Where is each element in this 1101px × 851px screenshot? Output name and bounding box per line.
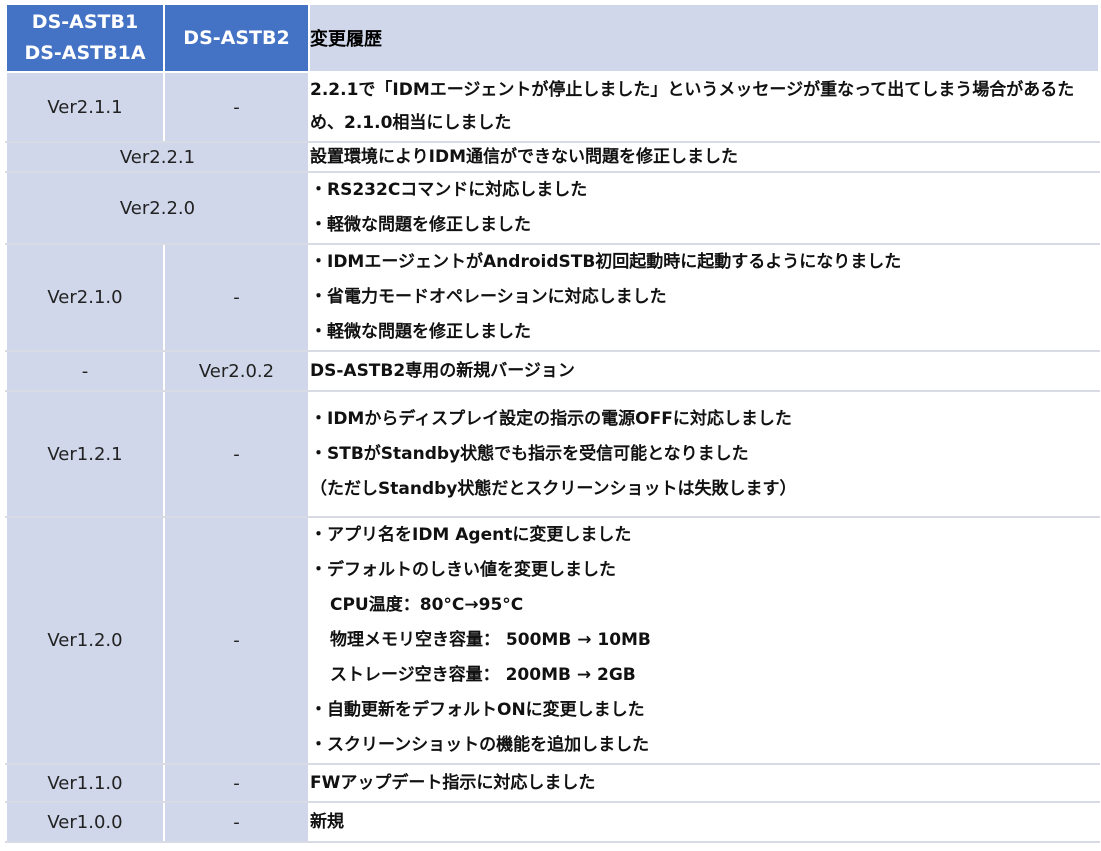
header-astb2: DS-ASTB2 <box>163 3 310 73</box>
astb2-version: - <box>163 390 310 518</box>
change-line: ストレージ空き容量： 200MB → 2GB <box>330 665 636 685</box>
change-line: ・RS232Cコマンドに対応しました <box>310 180 588 200</box>
change-line: DS-ASTB2専用の新規バージョン <box>310 360 575 381</box>
change-description: 設置環境によりIDM通信ができない問題を修正しました <box>308 141 1100 173</box>
change-line: ・軽微な問題を修正しました <box>310 322 531 342</box>
table-row: Ver1.0.0 - 新規 <box>5 801 1100 843</box>
change-line: ・STBがStandby状態でも指示を受信可能となりました <box>310 443 749 464</box>
table-row: Ver1.2.0 - ・アプリ名をIDM Agentに変更しました ・デフォルト… <box>5 516 1100 765</box>
change-line: ・軽微な問題を修正しました <box>310 215 531 235</box>
change-description: ・IDMエージェントがAndroidSTB初回起動時に起動するようになりました … <box>308 243 1100 352</box>
change-description: 新規 <box>308 801 1100 843</box>
change-line: 物理メモリ空き容量： 500MB → 10MB <box>330 630 651 650</box>
header-astb1-line2: DS-ASTB1A <box>24 42 146 64</box>
change-description: DS-ASTB2専用の新規バージョン <box>308 350 1100 392</box>
change-description: 2.2.1で「IDMエージェントが停止しました」というメッセージが重なって出てし… <box>308 71 1100 143</box>
change-line: ・デフォルトのしきい値を変更しました <box>310 560 616 580</box>
header-astb1-line1: DS-ASTB1 <box>31 11 139 33</box>
shared-version: Ver2.2.1 <box>5 141 310 173</box>
change-line: 新規 <box>310 811 344 832</box>
table-row: - Ver2.0.2 DS-ASTB2専用の新規バージョン <box>5 350 1100 392</box>
change-line: ・自動更新をデフォルトONに変更しました <box>310 700 645 720</box>
astb2-version: - <box>163 801 310 843</box>
change-description: FWアップデート指示に対応しました <box>308 763 1100 803</box>
astb1-version: Ver1.2.0 <box>5 516 165 765</box>
astb2-version: - <box>163 516 310 765</box>
change-log-table: DS-ASTB1 DS-ASTB1A DS-ASTB2 変更履歴 Ver2.1.… <box>5 3 1100 843</box>
change-line: ・IDMエージェントがAndroidSTB初回起動時に起動するようになりました <box>310 252 902 272</box>
table-row: Ver2.2.1 設置環境によりIDM通信ができない問題を修正しました <box>5 141 1100 173</box>
change-description: ・IDMからディスプレイ設定の指示の電源OFFに対応しました ・STBがStan… <box>308 390 1100 518</box>
table-row: Ver1.2.1 - ・IDMからディスプレイ設定の指示の電源OFFに対応しまし… <box>5 390 1100 518</box>
change-line: FWアップデート指示に対応しました <box>310 772 596 793</box>
astb1-version: Ver1.2.1 <box>5 390 165 518</box>
change-line: ・アプリ名をIDM Agentに変更しました <box>310 525 632 545</box>
header-change-history: 変更履歴 <box>308 3 1100 73</box>
table-row: Ver2.1.1 - 2.2.1で「IDMエージェントが停止しました」というメッ… <box>5 71 1100 143</box>
astb2-version: - <box>163 71 310 143</box>
shared-version: Ver2.2.0 <box>5 171 310 245</box>
table-row: Ver1.1.0 - FWアップデート指示に対応しました <box>5 763 1100 803</box>
astb2-version: - <box>163 243 310 352</box>
astb1-version: Ver1.1.0 <box>5 763 165 803</box>
change-description: ・RS232Cコマンドに対応しました ・軽微な問題を修正しました <box>308 171 1100 245</box>
astb1-version: Ver2.1.1 <box>5 71 165 143</box>
astb2-version: - <box>163 763 310 803</box>
change-description: ・アプリ名をIDM Agentに変更しました ・デフォルトのしきい値を変更しまし… <box>308 516 1100 765</box>
change-line: ・省電力モードオペレーションに対応しました <box>310 287 667 307</box>
header-row: DS-ASTB1 DS-ASTB1A DS-ASTB2 変更履歴 <box>5 3 1100 73</box>
change-line: （ただしStandby状態だとスクリーンショットは失敗します） <box>310 478 797 499</box>
change-line: 2.2.1で「IDMエージェントが停止しました」というメッセージが重なって出てし… <box>310 80 1075 133</box>
header-astb1: DS-ASTB1 DS-ASTB1A <box>5 3 165 73</box>
change-line: ・IDMからディスプレイ設定の指示の電源OFFに対応しました <box>310 408 792 429</box>
astb1-version: - <box>5 350 165 392</box>
astb1-version: Ver1.0.0 <box>5 801 165 843</box>
astb1-version: Ver2.1.0 <box>5 243 165 352</box>
astb2-version: Ver2.0.2 <box>163 350 310 392</box>
table-row: Ver2.1.0 - ・IDMエージェントがAndroidSTB初回起動時に起動… <box>5 243 1100 352</box>
change-line: ・スクリーンショットの機能を追加しました <box>310 735 650 755</box>
change-line: CPU温度：80°C→95°C <box>330 595 524 615</box>
change-line: 設置環境によりIDM通信ができない問題を修正しました <box>310 147 739 167</box>
table-row: Ver2.2.0 ・RS232Cコマンドに対応しました ・軽微な問題を修正しまし… <box>5 171 1100 245</box>
